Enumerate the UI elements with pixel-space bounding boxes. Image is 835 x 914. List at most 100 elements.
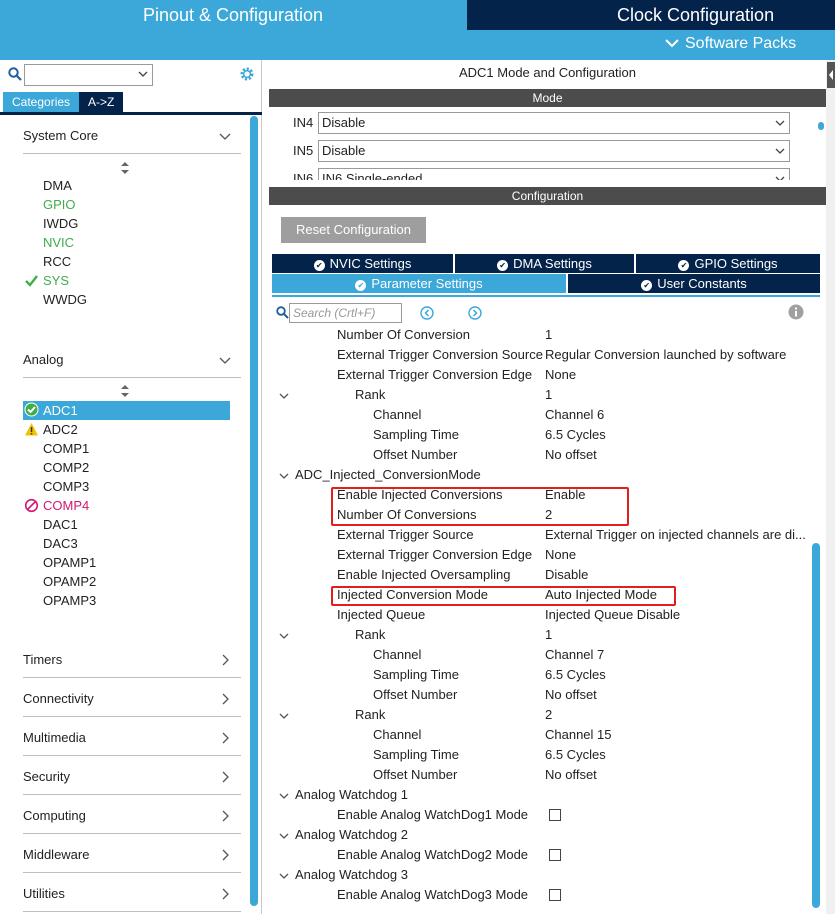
param-value[interactable]: No offset — [545, 765, 597, 785]
param-value[interactable]: 1 — [545, 385, 552, 405]
param-group-label: Analog Watchdog 2 — [295, 827, 408, 842]
param-value[interactable]: Disable — [545, 565, 588, 585]
list-item-wwdg[interactable]: WWDG — [43, 290, 87, 309]
list-item-comp1[interactable]: COMP1 — [43, 439, 89, 458]
tab-pinout-configuration[interactable]: Pinout & Configuration — [0, 0, 466, 30]
list-item-rcc[interactable]: RCC — [43, 252, 71, 271]
param-label: External Trigger Conversion Edge — [337, 547, 533, 562]
tab-categories[interactable]: Categories — [3, 92, 80, 112]
highlight-box — [331, 487, 629, 526]
param-group-label: Analog Watchdog 3 — [295, 867, 408, 882]
mode-select-in6[interactable]: IN6 Single-ended — [318, 168, 790, 180]
tab-a-to-z[interactable]: A->Z — [79, 92, 124, 112]
tab-clock-configuration[interactable]: Clock Configuration — [467, 0, 835, 30]
list-item-nvic[interactable]: NVIC — [43, 233, 74, 252]
previous-icon[interactable] — [420, 306, 434, 320]
list-item-comp3[interactable]: COMP3 — [43, 477, 89, 496]
category-timers[interactable]: Timers — [23, 652, 241, 678]
list-item-dac1[interactable]: DAC1 — [43, 515, 78, 534]
category-middleware[interactable]: Middleware — [23, 847, 241, 873]
category-multimedia[interactable]: Multimedia — [23, 730, 241, 756]
mode-select-in4[interactable]: Disable — [318, 112, 790, 134]
param-value[interactable]: Channel 15 — [545, 725, 612, 745]
list-item-dac3[interactable]: DAC3 — [43, 534, 78, 553]
category-utilities[interactable]: Utilities — [23, 886, 241, 912]
list-item-opamp3[interactable]: OPAMP3 — [43, 591, 96, 610]
info-icon[interactable] — [788, 304, 804, 320]
chevron-down-icon[interactable] — [279, 791, 289, 801]
param-value[interactable]: 1 — [545, 325, 552, 345]
chevron-down-icon[interactable] — [279, 391, 289, 401]
param-value[interactable]: 6.5 Cycles — [545, 665, 606, 685]
list-item-gpio[interactable]: GPIO — [43, 195, 76, 214]
list-item-opamp1[interactable]: OPAMP1 — [43, 553, 96, 572]
param-value[interactable]: Channel 6 — [545, 405, 604, 425]
parameter-search-input[interactable]: Search (Crtl+F) — [289, 303, 402, 323]
category-computing[interactable]: Computing — [23, 808, 241, 834]
param-value[interactable]: No offset — [545, 445, 597, 465]
top-bar: Pinout & Configuration Clock Configurati… — [0, 0, 835, 60]
chevron-down-icon[interactable] — [279, 631, 289, 641]
checkbox-analog-watchdog2[interactable] — [549, 849, 561, 861]
sort-icon[interactable] — [120, 385, 130, 397]
list-item-adc1[interactable]: ADC1 — [43, 401, 78, 420]
mode-label-in6: IN6 — [293, 171, 314, 180]
param-label: Enable Analog WatchDog1 Mode — [337, 807, 529, 822]
chevron-down-icon — [138, 71, 148, 77]
software-packs-menu[interactable]: Software Packs — [665, 35, 796, 53]
list-item-comp4[interactable]: COMP4 — [43, 496, 89, 515]
param-value[interactable]: Channel 7 — [545, 645, 604, 665]
search-combobox[interactable] — [24, 64, 153, 86]
gear-icon[interactable] — [238, 65, 256, 83]
mode-scrollbar[interactable] — [818, 118, 824, 132]
param-value[interactable]: Regular Conversion launched by software — [545, 345, 786, 365]
tab-label: NVIC Settings — [329, 256, 412, 271]
param-value[interactable]: External Trigger on injected channels ar… — [545, 525, 806, 545]
parameter-scrollbar[interactable] — [812, 543, 820, 908]
list-item-iwdg[interactable]: IWDG — [43, 214, 78, 233]
chevron-right-icon — [221, 732, 231, 747]
category-label: Connectivity — [23, 691, 94, 706]
chevron-down-icon[interactable] — [279, 711, 289, 721]
tab-nvic-settings[interactable]: ✔ NVIC Settings — [272, 254, 453, 273]
category-analog[interactable]: Analog — [23, 352, 241, 378]
param-value[interactable]: 1 — [545, 625, 552, 645]
tab-label: Parameter Settings — [371, 276, 483, 291]
list-item-comp2[interactable]: COMP2 — [43, 458, 89, 477]
chevron-right-icon — [221, 693, 231, 708]
param-value[interactable]: 6.5 Cycles — [545, 745, 606, 765]
reset-configuration-button[interactable]: Reset Configuration — [281, 217, 426, 243]
param-value[interactable]: 6.5 Cycles — [545, 425, 606, 445]
list-item-dma[interactable]: DMA — [43, 176, 72, 195]
next-icon[interactable] — [468, 306, 482, 320]
param-value[interactable]: Injected Queue Disable — [545, 605, 680, 625]
mode-select-in5[interactable]: Disable — [318, 140, 790, 162]
mode-label-in4: IN4 — [293, 115, 314, 130]
checkbox-analog-watchdog1[interactable] — [549, 809, 561, 821]
mode-select-value: IN6 Single-ended — [322, 171, 423, 180]
param-value[interactable]: 2 — [545, 705, 552, 725]
chevron-down-icon[interactable] — [279, 831, 289, 841]
left-scrollbar[interactable] — [250, 116, 258, 906]
list-item-adc2[interactable]: ADC2 — [43, 420, 78, 439]
collapse-arrow-icon[interactable] — [827, 62, 835, 88]
chevron-down-icon[interactable] — [279, 871, 289, 881]
tab-gpio-settings[interactable]: ✔ GPIO Settings — [636, 254, 820, 273]
tab-dma-settings[interactable]: ✔ DMA Settings — [455, 254, 634, 273]
param-value[interactable]: None — [545, 545, 576, 565]
list-item-sys[interactable]: SYS — [43, 271, 69, 290]
category-security[interactable]: Security — [23, 769, 241, 795]
param-group-label: ADC_Injected_ConversionMode — [295, 467, 481, 482]
tab-user-constants[interactable]: ✔ User Constants — [568, 274, 820, 293]
category-system-core[interactable]: System Core — [23, 128, 241, 154]
param-value[interactable]: None — [545, 365, 576, 385]
tab-parameter-settings[interactable]: ✔ Parameter Settings — [272, 274, 566, 293]
param-value[interactable]: No offset — [545, 685, 597, 705]
mode-label-in5: IN5 — [293, 143, 314, 158]
sort-icon[interactable] — [120, 162, 130, 174]
category-connectivity[interactable]: Connectivity — [23, 691, 241, 717]
left-panel: Categories A->Z System Core DMA GPIO IWD… — [0, 60, 262, 914]
list-item-opamp2[interactable]: OPAMP2 — [43, 572, 96, 591]
chevron-down-icon[interactable] — [279, 471, 289, 481]
checkbox-analog-watchdog3[interactable] — [549, 889, 561, 901]
